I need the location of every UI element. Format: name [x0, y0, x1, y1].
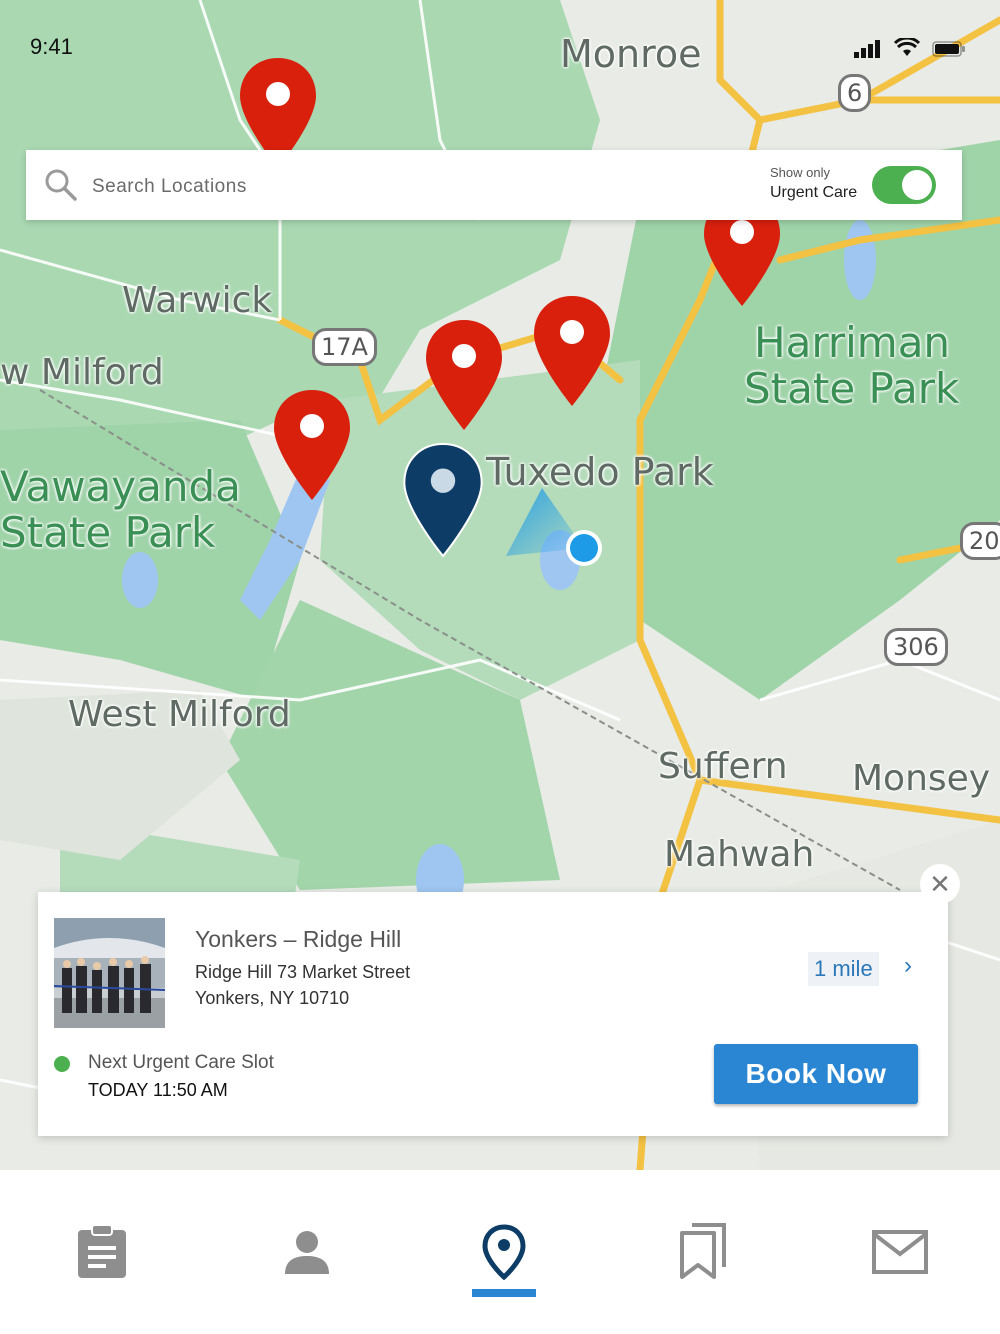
route-shield-306: 306 — [884, 628, 948, 666]
close-card-button[interactable]: ✕ — [920, 864, 960, 904]
location-pin-marker[interactable] — [532, 294, 612, 408]
filter-show-only-label: Show only — [770, 165, 830, 180]
person-icon — [285, 1231, 329, 1274]
book-now-button[interactable]: Book Now — [714, 1044, 918, 1104]
route-shield-17a: 17A — [312, 328, 377, 366]
bookmarks-icon — [680, 1223, 726, 1279]
urgent-care-toggle[interactable] — [872, 166, 936, 204]
location-pin-marker[interactable] — [424, 318, 504, 432]
map-label-west-milford: West Milford — [68, 694, 291, 735]
filter-urgent-care-label: Urgent Care — [770, 184, 858, 201]
next-slot-time: TODAY 11:50 AM — [88, 1080, 228, 1100]
tab-profile[interactable] — [277, 1222, 337, 1282]
clipboard-icon — [78, 1224, 126, 1278]
chevron-right-icon[interactable]: › — [904, 952, 912, 980]
map-label-harriman-state-park: State Park — [744, 364, 960, 413]
tab-tasks[interactable] — [72, 1222, 132, 1282]
map-label-wawayanda: Vawayanda — [0, 462, 241, 511]
toggle-knob — [902, 170, 932, 200]
active-tab-indicator — [472, 1289, 536, 1297]
mail-icon — [872, 1230, 928, 1274]
location-name[interactable]: Yonkers – Ridge Hill — [195, 926, 401, 953]
tab-saved[interactable] — [672, 1222, 732, 1282]
map-label-monsey: Monsey — [852, 758, 991, 799]
map-label-suffern: Suffern — [658, 746, 788, 787]
search-input[interactable] — [90, 168, 654, 206]
availability-status-dot — [54, 1056, 70, 1072]
map-label-mahwah: Mahwah — [664, 834, 815, 875]
location-address-line2: Yonkers, NY 10710 — [195, 988, 350, 1008]
location-photo — [54, 918, 165, 1028]
distance-badge: 1 mile — [808, 952, 879, 986]
selected-location-pin-marker[interactable] — [402, 442, 484, 558]
tab-messages[interactable] — [870, 1222, 930, 1282]
route-shield-20: 20 — [960, 522, 1000, 560]
location-pin-icon — [482, 1224, 526, 1280]
wifi-icon — [894, 38, 920, 56]
location-pin-marker[interactable] — [272, 388, 352, 502]
map-label-warwick: Warwick — [122, 280, 273, 321]
map-label-new-milford: w Milford — [0, 352, 164, 393]
search-icon — [45, 169, 77, 201]
user-location-icon — [506, 488, 602, 566]
status-time: 9:41 — [30, 34, 73, 59]
tab-locations[interactable] — [474, 1222, 534, 1282]
map-label-harriman: Harriman — [754, 318, 951, 367]
map-label-wawayanda-state-park: State Park — [0, 508, 216, 557]
status-bar: 9:41 — [0, 0, 1000, 90]
next-slot-label: Next Urgent Care Slot — [88, 1052, 274, 1073]
close-icon: ✕ — [929, 868, 951, 899]
status-icons — [854, 38, 966, 58]
cellular-signal-icon — [854, 40, 880, 58]
location-address-line1: Ridge Hill 73 Market Street — [195, 962, 411, 982]
battery-icon — [932, 41, 965, 57]
